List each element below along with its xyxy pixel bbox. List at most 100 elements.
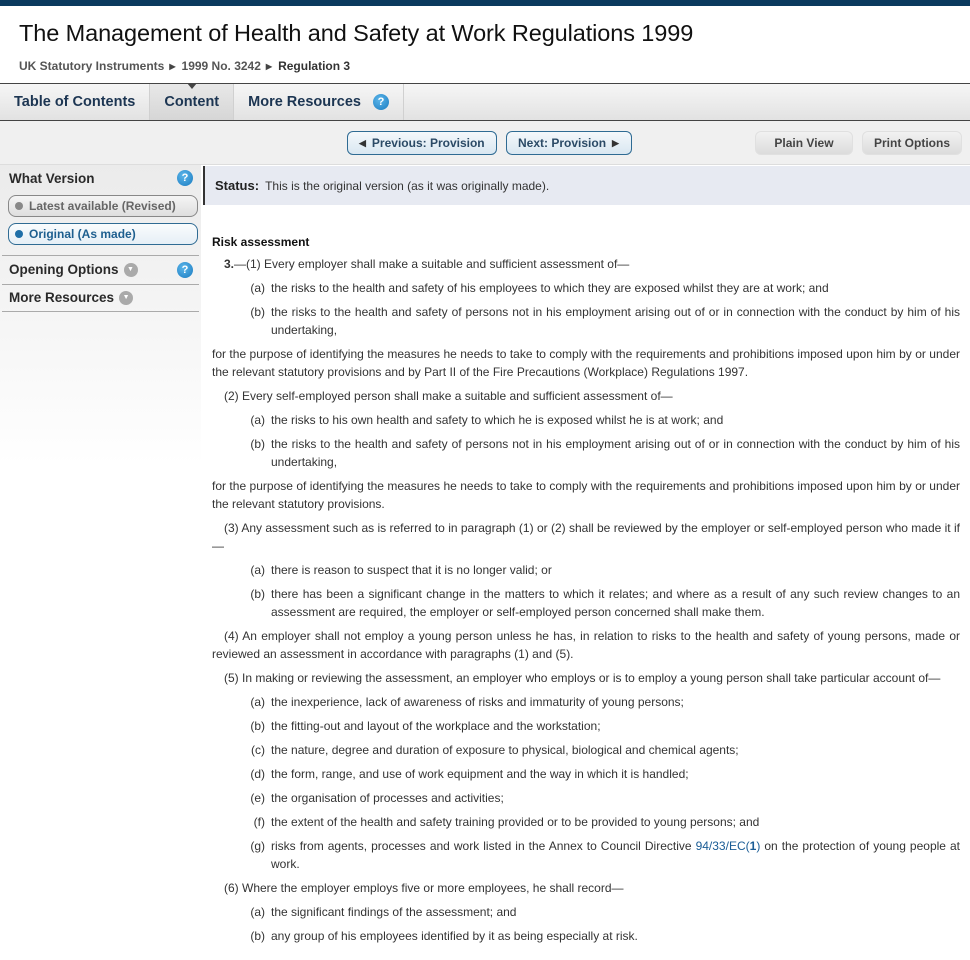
list-item: (b) any group of his employees identified… bbox=[248, 927, 960, 945]
breadcrumb-separator-icon: ▶ bbox=[265, 61, 273, 71]
paragraph-5: (5) In making or reviewing the assessmen… bbox=[224, 671, 941, 685]
chevron-down-icon: ▼ bbox=[119, 290, 134, 305]
section-label: Opening Options bbox=[9, 262, 119, 277]
previous-provision-button[interactable]: ◀ Previous: Provision bbox=[347, 131, 497, 155]
what-version-heading: What Version bbox=[9, 171, 95, 186]
provision-toolbar: ◀ Previous: Provision Next: Provision ▶ … bbox=[0, 121, 970, 165]
more-resources-toggle[interactable]: More Resources ▼ bbox=[9, 290, 134, 305]
triangle-left-icon: ◀ bbox=[359, 137, 366, 148]
item-text: the form, range, and use of work equipme… bbox=[271, 767, 689, 781]
item-label: (b) bbox=[250, 437, 265, 451]
item-text: the significant findings of the assessme… bbox=[271, 905, 517, 919]
item-label: (b) bbox=[250, 305, 265, 319]
breadcrumb-separator-icon: ▶ bbox=[169, 61, 176, 71]
list-item: (a) the inexperience, lack of awareness o… bbox=[248, 693, 960, 711]
list-item: (a) the risks to the health and safety of… bbox=[248, 279, 960, 297]
help-icon[interactable]: ? bbox=[177, 170, 193, 186]
tab-content[interactable]: Content bbox=[150, 83, 235, 120]
item-label: (b) bbox=[250, 587, 265, 601]
item-label: (f) bbox=[253, 815, 265, 829]
item-label: (a) bbox=[250, 905, 265, 919]
paragraph-text: —(1) Every employer shall make a suitabl… bbox=[234, 257, 630, 271]
item-text: the risks to the health and safety of hi… bbox=[271, 281, 829, 295]
divider bbox=[2, 311, 199, 312]
paragraph-3: (3) Any assessment such as is referred t… bbox=[212, 521, 960, 553]
list-item: (f) the extent of the health and safety t… bbox=[248, 813, 960, 831]
item-text: the fitting-out and layout of the workpl… bbox=[271, 719, 601, 733]
divider bbox=[2, 255, 199, 256]
item-text: the risks to his own health and safety t… bbox=[271, 413, 724, 427]
item-text: the inexperience, lack of awareness of r… bbox=[271, 695, 684, 709]
status-bar: Status: This is the original version (as… bbox=[203, 166, 970, 205]
breadcrumb-uk-statutory-instruments[interactable]: UK Statutory Instruments bbox=[19, 59, 164, 73]
list-item: (b) the risks to the health and safety of… bbox=[248, 303, 960, 339]
item-text: there has been a significant change in t… bbox=[271, 587, 960, 619]
item-text: the organisation of processes and activi… bbox=[271, 791, 504, 805]
tab-label: Table of Contents bbox=[14, 94, 136, 110]
paragraph-tail: for the purpose of identifying the measu… bbox=[212, 479, 960, 511]
sidebar: What Version ? Latest available (Revised… bbox=[0, 165, 201, 465]
item-text: risks from agents, processes and work li… bbox=[271, 837, 960, 873]
paragraph-6: (6) Where the employer employs five or m… bbox=[224, 881, 624, 895]
item-text: there is reason to suspect that it is no… bbox=[271, 563, 552, 577]
breadcrumb-regulation-3: Regulation 3 bbox=[278, 59, 351, 73]
item-text: any group of his employees identified by… bbox=[271, 929, 638, 943]
next-provision-button[interactable]: Next: Provision ▶ bbox=[506, 131, 632, 155]
directive-link[interactable]: 94/33/EC bbox=[696, 839, 746, 853]
section-heading: Risk assessment bbox=[212, 235, 310, 249]
help-icon[interactable]: ? bbox=[372, 94, 389, 110]
page-title: The Management of Health and Safety at W… bbox=[19, 20, 694, 46]
list-item: (a) the risks to his own health and safet… bbox=[248, 411, 960, 429]
plain-view-button[interactable]: Plain View bbox=[755, 131, 853, 155]
version-label: Latest available (Revised) bbox=[29, 199, 176, 213]
item-label: (d) bbox=[250, 767, 265, 781]
item-text: the extent of the health and safety trai… bbox=[271, 815, 760, 829]
version-latest-available[interactable]: Latest available (Revised) bbox=[8, 195, 198, 217]
item-text: the risks to the health and safety of pe… bbox=[271, 437, 960, 469]
divider bbox=[2, 284, 199, 285]
list-item: (d) the form, range, and use of work equi… bbox=[248, 765, 960, 783]
text-segment: risks from agents, processes and work li… bbox=[271, 839, 696, 853]
section-label: More Resources bbox=[9, 290, 115, 305]
radio-dot-icon bbox=[15, 230, 23, 238]
tab-more-resources[interactable]: More Resources ? bbox=[234, 84, 404, 120]
print-options-button[interactable]: Print Options bbox=[862, 131, 962, 155]
item-label: (c) bbox=[251, 743, 265, 757]
top-accent-bar bbox=[0, 0, 970, 6]
chevron-down-icon: ▼ bbox=[123, 262, 138, 277]
tab-label: More Resources bbox=[248, 94, 361, 110]
paragraph-tail: for the purpose of identifying the measu… bbox=[212, 347, 960, 379]
version-original[interactable]: Original (As made) bbox=[8, 223, 198, 245]
paragraph-2: (2) Every self-employed person shall mak… bbox=[224, 389, 673, 403]
item-label: (b) bbox=[250, 929, 265, 943]
tab-label: Content bbox=[164, 94, 220, 110]
item-text: the risks to the health and safety of pe… bbox=[271, 305, 960, 337]
status-label: Status: bbox=[215, 178, 260, 193]
list-item: (a) the significant findings of the asses… bbox=[248, 903, 960, 921]
item-label: (e) bbox=[250, 791, 265, 805]
version-label: Original (As made) bbox=[29, 227, 136, 241]
list-item: (c) the nature, degree and duration of ex… bbox=[248, 741, 960, 759]
paragraph-4: (4) An employer shall not employ a young… bbox=[212, 629, 960, 661]
item-label: (a) bbox=[250, 413, 265, 427]
button-label: Next: Provision bbox=[518, 136, 607, 150]
triangle-right-icon: ▶ bbox=[612, 137, 619, 148]
item-label: (a) bbox=[250, 695, 265, 709]
breadcrumb-1999-no-3242[interactable]: 1999 No. 3242 bbox=[182, 59, 261, 73]
help-icon[interactable]: ? bbox=[177, 262, 193, 278]
list-item: (e) the organisation of processes and act… bbox=[248, 789, 960, 807]
list-item: (b) the risks to the health and safety of… bbox=[248, 435, 960, 471]
regulation-number: 3. bbox=[224, 257, 235, 271]
breadcrumb: UK Statutory Instruments ▶ 1999 No. 3242… bbox=[19, 59, 350, 73]
list-item: (b) there has been a significant change i… bbox=[248, 585, 960, 621]
item-label: (a) bbox=[250, 563, 265, 577]
list-item: (a) there is reason to suspect that it is… bbox=[248, 561, 960, 579]
status-text: This is the original version (as it was … bbox=[265, 178, 550, 193]
paragraph-1: 3.—(1) Every employer shall make a suita… bbox=[212, 255, 960, 273]
item-text: the nature, degree and duration of expos… bbox=[271, 743, 739, 757]
item-label: (b) bbox=[250, 719, 265, 733]
tab-table-of-contents[interactable]: Table of Contents bbox=[0, 84, 151, 120]
item-label: (a) bbox=[250, 281, 265, 295]
button-label: Previous: Provision bbox=[371, 136, 485, 150]
opening-options-toggle[interactable]: Opening Options ▼ bbox=[9, 262, 138, 277]
